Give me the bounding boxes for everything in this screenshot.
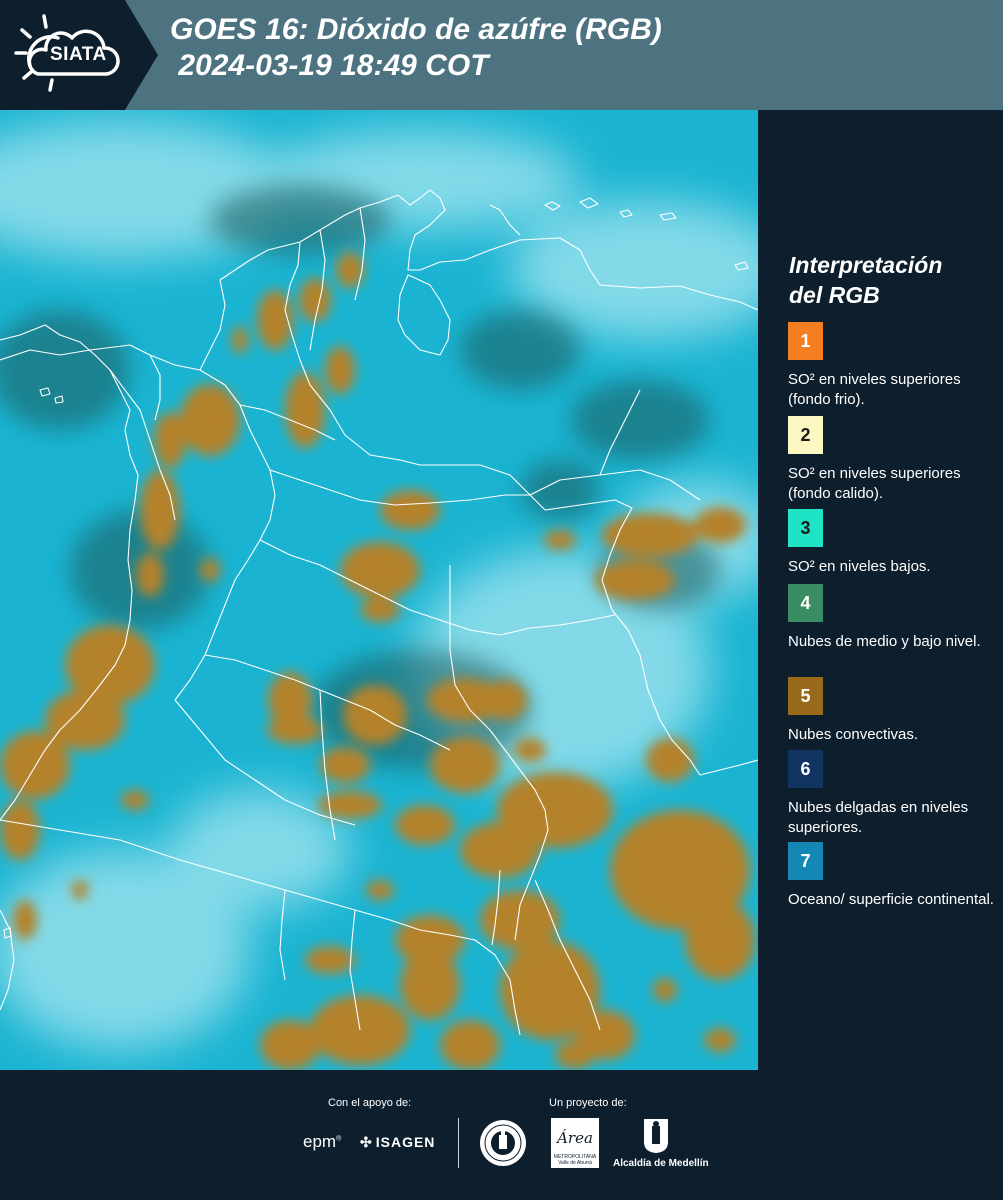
logo-text: SIATA <box>50 44 107 65</box>
legend-number-5: 5 <box>800 685 811 706</box>
support-label: Con el apoyo de: <box>328 1097 412 1109</box>
legend-item-5: 5 Nubes convectivas. <box>788 677 998 745</box>
legend-item-1: 1 SO² en niveles superiores (fondo frio)… <box>788 322 998 410</box>
satellite-map <box>0 110 758 1070</box>
satellite-image <box>0 110 758 1070</box>
legend-swatch-5: 5 <box>788 677 823 715</box>
footer-bar: Con el apoyo de: Un proyecto de: epm® ✣ I… <box>0 1070 1003 1200</box>
legend-swatch-6: 6 <box>788 750 823 788</box>
area-logo-text: Área <box>557 1129 593 1147</box>
isagen-mark-icon: ✣ <box>360 1134 373 1150</box>
legend-number-2: 2 <box>800 424 811 445</box>
legend-swatch-3: 3 <box>788 509 823 547</box>
isagen-logo: ✣ ISAGEN <box>360 1134 435 1151</box>
medellin-seal-icon <box>480 1120 526 1166</box>
legend-label-1: SO² en niveles superiores (fondo frio). <box>788 371 961 408</box>
legend-title: Interpretación del RGB <box>789 252 943 308</box>
siata-logo: SIATA <box>0 0 158 110</box>
legend-label-7: Oceano/ superficie continental. <box>788 891 994 908</box>
legend-label-3: SO² en niveles bajos. <box>788 558 931 575</box>
legend-label-5: Nubes convectivas. <box>788 726 919 743</box>
legend-number-3: 3 <box>800 517 811 538</box>
project-label: Un proyecto de: <box>549 1097 627 1109</box>
legend-item-3: 3 SO² en niveles bajos. <box>788 509 998 577</box>
legend-item-6: 6 Nubes delgadas en niveles superiores. <box>788 750 998 838</box>
legend-number-4: 4 <box>800 592 811 613</box>
area-logo-subtitle: METROPOLITANA Valle de Aburrá <box>553 1154 597 1166</box>
footer-divider <box>458 1118 459 1168</box>
legend-panel: Interpretación del RGB 1 SO² en niveles … <box>758 110 1003 1070</box>
legend-label-4: Nubes de medio y bajo nivel. <box>788 633 981 650</box>
legend-number-1: 1 <box>800 330 811 351</box>
legend-swatch-4: 4 <box>788 584 823 622</box>
legend-number-7: 7 <box>800 850 811 871</box>
legend-item-4: 4 Nubes de medio y bajo nivel. <box>788 584 998 652</box>
alcaldia-text: Alcaldía de Medellín <box>613 1158 709 1169</box>
legend-label-6: Nubes delgadas en niveles superiores. <box>788 799 969 836</box>
alcaldia-shield-icon <box>644 1119 668 1153</box>
epm-logo: epm® <box>303 1132 342 1151</box>
legend-item-7: 7 Oceano/ superficie continental. <box>788 842 998 910</box>
legend-swatch-7: 7 <box>788 842 823 880</box>
legend-swatch-1: 1 <box>788 322 823 360</box>
page-title: GOES 16: Dióxido de azúfre (RGB) 2024-03… <box>170 13 662 82</box>
header-bar: SIATA GOES 16: Dióxido de azúfre (RGB) 2… <box>0 0 1003 110</box>
area-metropolitana-logo: Área METROPOLITANA Valle de Aburrá <box>551 1118 599 1168</box>
isagen-logo-text: ISAGEN <box>375 1134 436 1150</box>
epm-logo-text: epm <box>303 1132 337 1151</box>
legend-item-2: 2 SO² en niveles superiores (fondo calid… <box>788 416 998 508</box>
legend-label-2: SO² en niveles superiores (fondo calido)… <box>788 465 961 502</box>
legend-swatch-2: 2 <box>788 416 823 454</box>
legend-number-6: 6 <box>800 758 811 779</box>
